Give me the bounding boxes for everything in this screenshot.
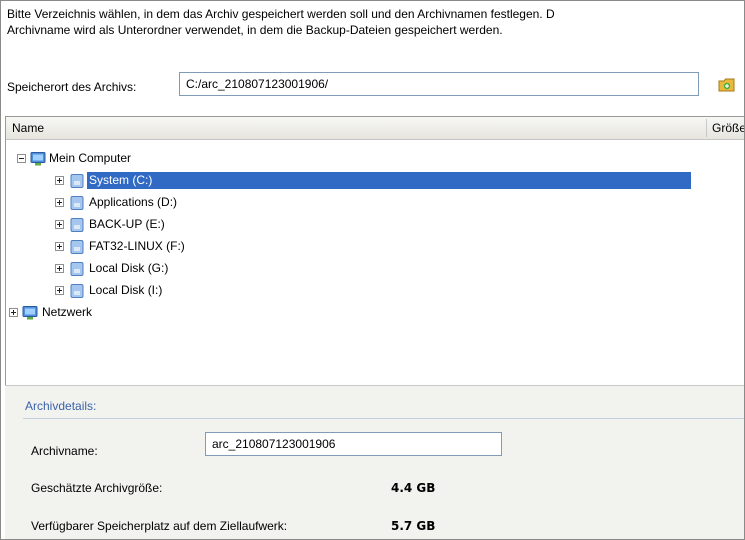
expand-expander[interactable]: [55, 286, 64, 295]
archive-name-label: Archivname:: [31, 444, 98, 458]
tree-node-label: BACK-UP (E:): [89, 217, 165, 231]
folder-new-icon: [718, 78, 735, 92]
expand-expander[interactable]: [55, 198, 64, 207]
tree-node-label: System (C:): [87, 172, 691, 189]
instructions-text: Bitte Verzeichnis wählen, in dem das Arc…: [7, 6, 555, 38]
free-space-value: 5.7 GB: [391, 519, 436, 533]
backup-location-dialog: Bitte Verzeichnis wählen, in dem das Arc…: [0, 0, 745, 540]
expand-expander[interactable]: [55, 220, 64, 229]
collapse-expander[interactable]: [17, 154, 26, 163]
tree-node-label: Mein Computer: [49, 151, 132, 165]
expand-expander[interactable]: [55, 176, 64, 185]
computer-icon: [30, 152, 46, 166]
estimated-size-label: Geschätzte Archivgröße:: [31, 481, 163, 495]
drive-icon: [70, 262, 84, 276]
estimated-size-value: 4.4 GB: [391, 481, 436, 495]
instructions-line-1: Bitte Verzeichnis wählen, in dem das Arc…: [7, 7, 555, 21]
archive-details-header: Archivdetails:: [25, 399, 97, 413]
column-name-header[interactable]: Name: [12, 121, 44, 135]
column-divider[interactable]: [706, 119, 707, 137]
folder-tree: Name Größe Mein Computer System (C:) App…: [5, 116, 744, 385]
tree-node-label: FAT32-LINUX (F:): [89, 239, 185, 253]
archive-name-input[interactable]: [205, 432, 502, 456]
instructions-line-2: Archivname wird als Unterordner verwende…: [7, 23, 503, 37]
expand-expander[interactable]: [55, 242, 64, 251]
details-divider: [23, 418, 744, 419]
drive-icon: [70, 174, 84, 188]
expand-expander[interactable]: [9, 308, 18, 317]
tree-column-header: Name Größe: [6, 117, 744, 140]
archive-location-input[interactable]: [179, 72, 699, 96]
tree-node-label: Local Disk (G:): [89, 261, 169, 275]
drive-icon: [70, 196, 84, 210]
new-folder-button[interactable]: [716, 74, 738, 96]
drive-icon: [70, 240, 84, 254]
free-space-label: Verfügbarer Speicherplatz auf dem Ziella…: [31, 519, 288, 533]
archive-location-label: Speicherort des Archivs:: [7, 80, 137, 94]
archive-details-panel: Archivdetails: Archivname: Geschätzte Ar…: [5, 385, 744, 539]
column-size-header[interactable]: Größe: [712, 121, 744, 135]
network-icon: [22, 306, 38, 320]
expand-expander[interactable]: [55, 264, 64, 273]
drive-icon: [70, 218, 84, 232]
tree-node-label: Applications (D:): [89, 195, 178, 209]
drive-icon: [70, 284, 84, 298]
tree-node-label: Local Disk (I:): [89, 283, 163, 297]
tree-node-label: Netzwerk: [42, 305, 93, 319]
